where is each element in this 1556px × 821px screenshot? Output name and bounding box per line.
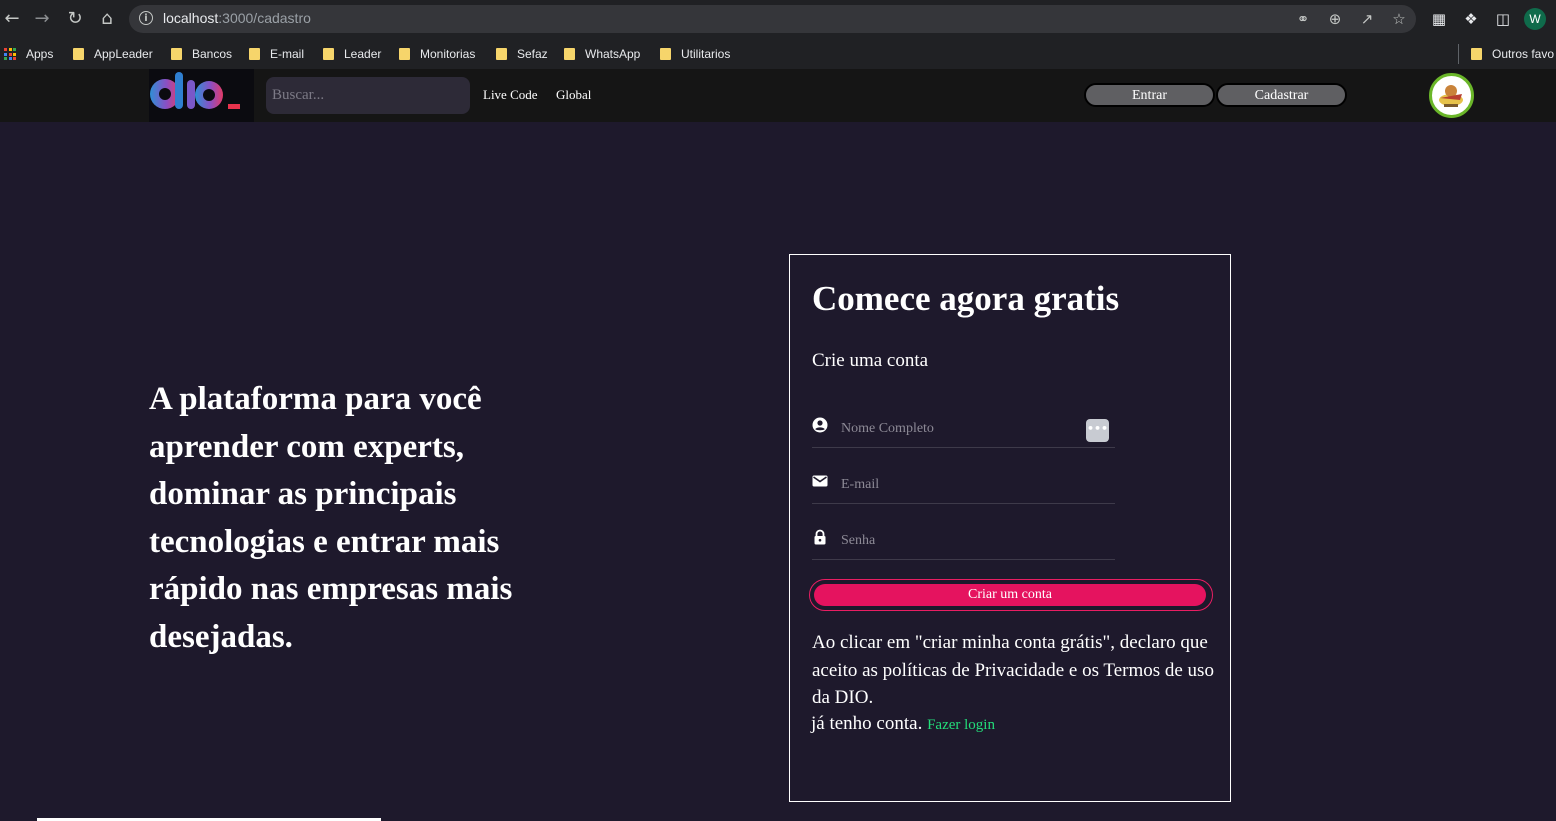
password-input[interactable]: Senha [841,533,875,549]
bookmark-folder[interactable]: Bancos [171,44,232,64]
bookmark-label: Sefaz [517,47,548,61]
signup-button[interactable]: Cadastrar [1216,83,1347,107]
folder-icon [249,48,260,60]
url-text[interactable]: localhost:3000/cadastro [163,10,311,26]
nav-global[interactable]: Global [556,87,591,103]
site-info-icon[interactable]: i [139,11,153,25]
bookmark-label: Leader [344,47,382,61]
bookmark-folder[interactable]: WhatsApp [564,44,640,64]
nav-live-code[interactable]: Live Code [483,87,538,103]
login-prompt: já tenho conta. Fazer login [811,713,995,735]
folder-icon [564,48,575,60]
terms-text: Ao clicar em "criar minha conta grátis",… [812,632,1214,708]
enter-button[interactable]: Entrar [1084,83,1215,107]
folder-icon [1471,48,1482,60]
bookmark-folder[interactable]: AppLeader [73,44,153,64]
password-field[interactable]: Senha [812,521,1115,560]
email-input[interactable]: E-mail [841,477,879,493]
address-bar[interactable]: i localhost:3000/cadastro ⚭ ⊕ ↗ ☆ [129,5,1416,33]
bookmark-star-icon[interactable]: ☆ [1389,9,1409,29]
bookmark-label: E-mail [270,47,305,61]
hero-text: A plataforma para você aprender com expe… [149,381,513,655]
bookmark-label: Monitorias [420,47,476,61]
reload-icon[interactable]: ↻ [64,8,86,30]
folder-icon [73,48,84,60]
login-link[interactable]: Fazer login [927,717,995,733]
site-header: Buscar... Live Code Global Entrar Cadast… [0,69,1556,122]
bookmark-label: AppLeader [94,47,153,61]
forward-icon[interactable]: → [31,8,53,30]
browser-toolbar: ← → ↻ ⌂ i localhost:3000/cadastro ⚭ ⊕ ↗ … [0,0,1556,38]
bookmark-label: Outros favo [1492,47,1555,61]
qr-code-icon[interactable]: ▦ [1429,9,1449,29]
email-field[interactable]: E-mail [812,465,1115,504]
bookmark-folder[interactable]: E-mail [249,44,304,64]
account-circle-icon [812,417,828,433]
search-input[interactable]: Buscar... [266,77,470,114]
mail-icon [812,475,828,487]
bookmark-folder[interactable]: Monitorias [399,44,475,64]
bookmark-label: Apps [26,47,54,61]
share-icon[interactable]: ↗ [1357,9,1377,29]
folder-icon [171,48,182,60]
create-account-button-frame[interactable]: Criar um conta [809,579,1213,611]
name-input[interactable]: Nome Completo [841,421,934,437]
home-icon[interactable]: ⌂ [96,8,118,30]
side-panel-icon[interactable]: ◫ [1493,9,1513,29]
bookmark-apps[interactable]: Apps [4,44,53,64]
folder-icon [323,48,334,60]
bookmark-label: WhatsApp [585,47,641,61]
extensions-icon[interactable]: ❖ [1461,9,1481,29]
name-field[interactable]: Nome Completo ••• [812,409,1115,448]
autofill-key-icon[interactable]: ••• [1086,419,1109,442]
folder-icon [496,48,507,60]
key-icon[interactable]: ⚭ [1293,9,1313,29]
bookmark-folder[interactable]: Utilitarios [660,44,730,64]
lock-icon [814,529,826,545]
form-title: Comece agora gratis [812,279,1120,318]
folder-icon [399,48,410,60]
create-account-button[interactable]: Criar um conta [814,584,1206,606]
bookmarks-bar: Apps AppLeader Bancos E-mail Leader Moni… [0,38,1556,70]
apps-grid-icon [4,48,16,60]
folder-icon [660,48,671,60]
other-bookmarks[interactable]: Outros favo [1458,44,1554,64]
back-icon[interactable]: ← [1,8,23,30]
bookmark-folder[interactable]: Sefaz [496,44,548,64]
signup-card: Comece agora gratis Crie uma conta Nome … [789,254,1231,802]
have-account-text: já tenho conta. [811,713,923,734]
form-subtitle: Crie uma conta [812,350,929,371]
profile-avatar[interactable]: W [1524,8,1546,30]
zoom-icon[interactable]: ⊕ [1325,9,1345,29]
dio-logo[interactable] [149,69,254,122]
user-avatar[interactable] [1429,73,1474,118]
bookmark-folder[interactable]: Leader [323,44,381,64]
bookmark-label: Utilitarios [681,47,731,61]
bookmark-label: Bancos [192,47,233,61]
